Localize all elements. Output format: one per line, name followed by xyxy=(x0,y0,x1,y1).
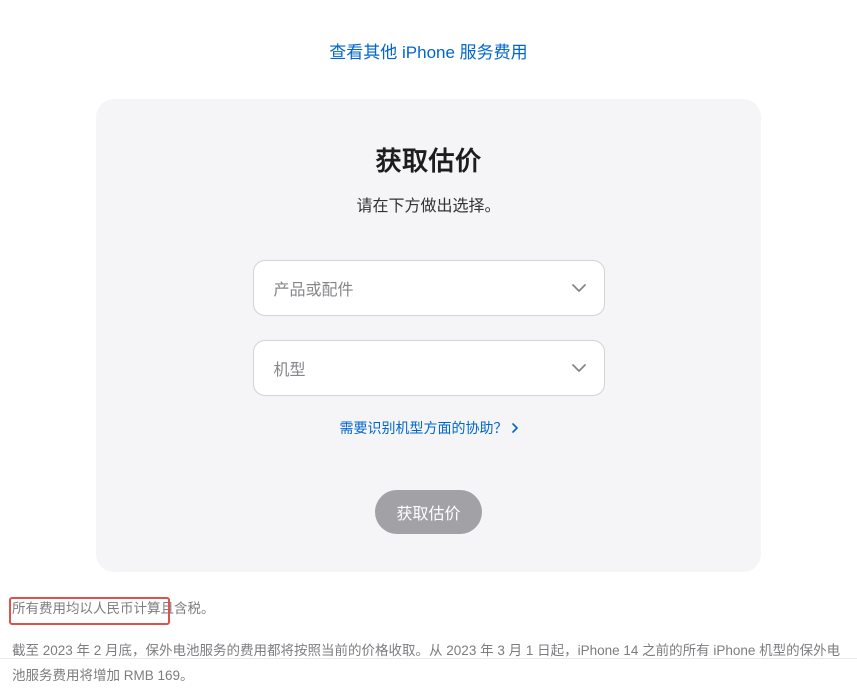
model-select[interactable]: 机型 xyxy=(253,340,605,396)
model-placeholder: 机型 xyxy=(274,356,306,380)
chevron-down-icon xyxy=(572,364,586,372)
chevron-right-icon xyxy=(512,420,518,436)
estimate-card: 获取估价 请在下方做出选择。 产品或配件 机型 需要识别机型方面的协助？ 获取估… xyxy=(96,99,761,572)
product-accessory-select[interactable]: 产品或配件 xyxy=(253,260,605,316)
card-title: 获取估价 xyxy=(136,141,721,178)
divider xyxy=(0,658,857,659)
chevron-down-icon xyxy=(572,284,586,292)
other-service-fees-link[interactable]: 查看其他 iPhone 服务费用 xyxy=(0,0,857,63)
footnotes: 所有费用均以人民币计算且含税。 截至 2023 年 2 月底，保外电池服务的费用… xyxy=(12,596,845,689)
identify-model-help-link[interactable]: 需要识别机型方面的协助？ xyxy=(340,418,518,438)
product-accessory-placeholder: 产品或配件 xyxy=(274,276,354,300)
get-estimate-button[interactable]: 获取估价 xyxy=(375,490,481,534)
footnote-price-change: 截至 2023 年 2 月底，保外电池服务的费用都将按照当前的价格收取。从 20… xyxy=(12,638,845,689)
card-subtitle: 请在下方做出选择。 xyxy=(136,192,721,216)
footnote-currency: 所有费用均以人民币计算且含税。 xyxy=(12,596,845,622)
help-link-text: 需要识别机型方面的协助？ xyxy=(340,418,508,438)
